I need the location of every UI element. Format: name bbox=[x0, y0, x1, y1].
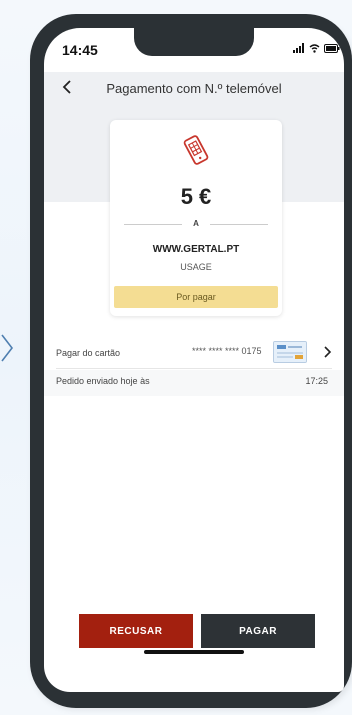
home-indicator[interactable] bbox=[144, 650, 244, 654]
payment-description: USAGE bbox=[180, 262, 212, 272]
payment-request-card: 5 € A WWW.GERTAL.PT USAGE Por pagar bbox=[110, 120, 282, 316]
wifi-icon bbox=[309, 44, 320, 53]
divider bbox=[56, 368, 332, 369]
status-badge: Por pagar bbox=[114, 286, 278, 308]
payment-card-selector[interactable]: Pagar do cartão **** **** **** 0175 bbox=[56, 341, 332, 364]
phone-notch bbox=[134, 28, 254, 56]
phone-screen: 14:45 Pagamento com N.º telemóvel 5 € A … bbox=[44, 28, 344, 692]
to-label: A bbox=[193, 219, 199, 228]
card-number: **** **** **** 0175 bbox=[192, 346, 262, 356]
page-title: Pagamento com N.º telemóvel bbox=[106, 81, 282, 96]
payment-amount: 5 € bbox=[180, 184, 212, 209]
card-label: Pagar do cartão bbox=[56, 348, 121, 358]
status-time: 14:45 bbox=[62, 42, 98, 58]
sent-time: 17:25 bbox=[305, 376, 328, 386]
decline-button[interactable]: RECUSAR bbox=[79, 614, 193, 648]
card-thumbnail-icon bbox=[273, 341, 307, 363]
signal-icon bbox=[293, 43, 304, 53]
chevron-right-icon bbox=[1, 334, 14, 362]
sent-label: Pedido enviado hoje às bbox=[56, 376, 150, 386]
merchant-name: WWW.GERTAL.PT bbox=[152, 244, 240, 255]
chevron-right-icon bbox=[324, 346, 332, 358]
sent-info-row: Pedido enviado hoje às 17:25 bbox=[56, 376, 332, 392]
status-icons bbox=[293, 42, 340, 54]
recipient-divider: A bbox=[120, 218, 272, 230]
pay-button[interactable]: PAGAR bbox=[201, 614, 315, 648]
battery-icon bbox=[324, 43, 340, 53]
phone-payment-icon bbox=[183, 135, 209, 165]
